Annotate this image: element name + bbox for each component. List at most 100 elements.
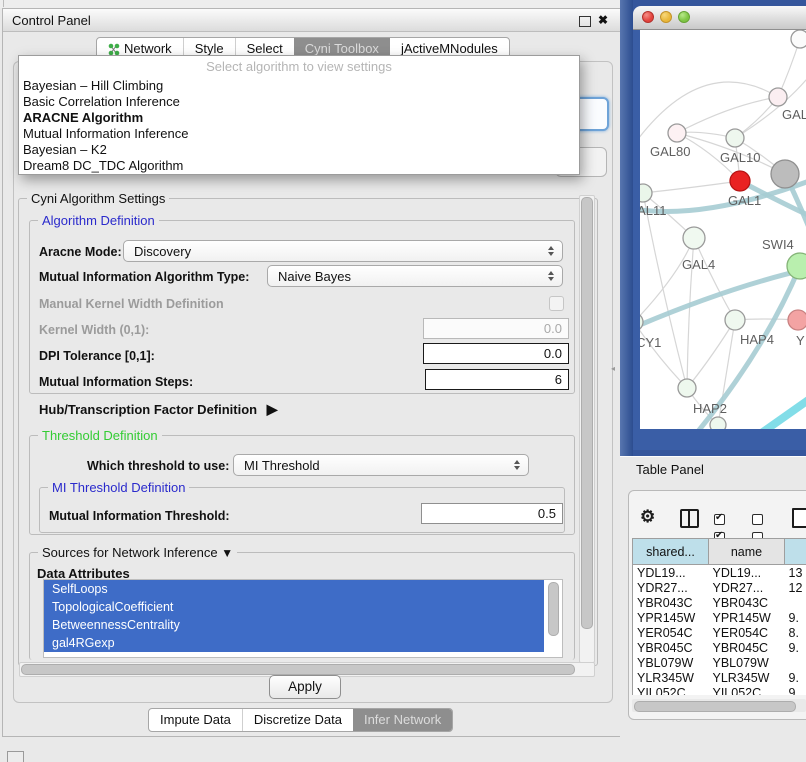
close-traffic-light[interactable]	[642, 11, 654, 23]
network-node-gal11[interactable]	[640, 184, 652, 202]
table-cell: YDR27...	[709, 580, 785, 595]
attribute-list-item[interactable]: SelfLoops	[44, 580, 544, 598]
minimize-traffic-light[interactable]	[660, 11, 672, 23]
table-row[interactable]: YDL19...YDL19...13	[633, 565, 806, 581]
mi-threshold-field[interactable]: 0.5	[421, 503, 563, 524]
network-edge[interactable]	[760, 396, 806, 429]
algorithm-option[interactable]: Bayesian – K2	[19, 142, 579, 158]
float-window-icon[interactable]	[579, 16, 591, 27]
attribute-list-item[interactable]: BetweennessCentrality	[44, 616, 544, 634]
algorithm-dropdown-popup: Select algorithm to view settings Bayesi…	[18, 55, 580, 175]
algorithm-placeholder: Select algorithm to view settings	[19, 56, 579, 78]
table-cell: YDR27...	[633, 580, 709, 595]
algorithm-option[interactable]: Basic Correlation Inference	[19, 94, 579, 110]
threshold-definition-title: Threshold Definition	[38, 428, 162, 443]
node-table[interactable]: shared...name YDL19...YDL19...13YDR27...…	[632, 538, 806, 695]
network-edge[interactable]	[640, 322, 687, 388]
manual-kernel-checkbox[interactable]	[549, 296, 564, 311]
collapsed-arrow-icon[interactable]: ▶	[267, 401, 278, 417]
network-node-hap2[interactable]	[678, 379, 696, 397]
table-cell: YBL079W	[709, 655, 785, 670]
table-row[interactable]: YDR27...YDR27...12	[633, 580, 806, 595]
table-row[interactable]: YBL079WYBL079W	[633, 655, 806, 670]
table-column-header[interactable]	[785, 539, 806, 565]
attribute-list-item[interactable]: TopologicalCoefficient	[44, 598, 544, 616]
network-node-label: GAL4	[682, 257, 715, 272]
network-node[interactable]	[771, 160, 799, 188]
aracne-mode-combobox[interactable]: Discovery	[123, 240, 563, 262]
mi-steps-field[interactable]: 6	[425, 369, 569, 390]
which-threshold-combobox[interactable]: MI Threshold	[233, 454, 529, 476]
network-node-gal80[interactable]	[668, 124, 686, 142]
panel-divider-grip[interactable]: ◂	[611, 365, 615, 373]
sources-title-row[interactable]: Sources for Network Inference ▼	[38, 545, 237, 560]
network-node-y[interactable]	[788, 310, 806, 330]
hub-definition-toggle[interactable]: Hub/Transcription Factor Definition ▶	[39, 401, 278, 418]
network-edge[interactable]	[640, 82, 778, 150]
network-node-swi4[interactable]	[787, 253, 806, 279]
manual-kernel-label: Manual Kernel Width Definition	[39, 297, 224, 311]
kernel-width-field[interactable]: 0.0	[423, 318, 569, 339]
which-threshold-value: MI Threshold	[234, 458, 514, 473]
attributes-scrollbar-thumb[interactable]	[548, 582, 559, 636]
expanded-arrow-icon[interactable]: ▼	[221, 546, 233, 560]
table-cell: YLR345W	[633, 670, 709, 685]
table-row[interactable]: YBR043CYBR043C	[633, 595, 806, 610]
network-node[interactable]	[710, 417, 726, 429]
settings-vertical-scrollbar-thumb[interactable]	[581, 197, 593, 629]
table-cell: YIL052C	[709, 685, 785, 695]
table-row[interactable]: YPR145WYPR145W9.	[633, 610, 806, 625]
apply-button[interactable]: Apply	[269, 675, 341, 699]
table-row[interactable]: YBR045CYBR045C9.	[633, 640, 806, 655]
table-row[interactable]: YER054CYER054C8.	[633, 625, 806, 640]
sources-title: Sources for Network Inference	[42, 545, 218, 560]
network-edge[interactable]	[640, 238, 694, 322]
tab-impute-data[interactable]: Impute Data	[149, 709, 242, 731]
table-row[interactable]: YIL052CYIL052C9	[633, 685, 806, 695]
network-node-gal10[interactable]	[726, 129, 744, 147]
network-node-gal[interactable]	[769, 88, 787, 106]
table-cell: YBR045C	[709, 640, 785, 655]
mi-algorithm-type-combobox[interactable]: Naive Bayes	[267, 265, 563, 287]
table-row[interactable]: YLR345WYLR345W9.	[633, 670, 806, 685]
cyni-algorithm-settings-title: Cyni Algorithm Settings	[27, 191, 169, 206]
network-window-frame: GALGAL80GAL10GAL1GAL11GAL4SWI4HAP4YGCY1H…	[633, 30, 806, 450]
zoom-traffic-light[interactable]	[678, 11, 690, 23]
network-node-label: GCY1	[640, 335, 661, 350]
tab-discretize-data[interactable]: Discretize Data	[242, 709, 353, 731]
network-node-gal4[interactable]	[683, 227, 705, 249]
columns-icon[interactable]	[680, 509, 699, 528]
gear-icon[interactable]: ⚙	[640, 508, 655, 526]
close-panel-icon[interactable]: ✖	[598, 15, 608, 25]
algorithm-option[interactable]: Bayesian – Hill Climbing	[19, 78, 579, 94]
network-node-gal1[interactable]	[730, 171, 750, 191]
network-node-hap4[interactable]	[725, 310, 745, 330]
algorithm-option[interactable]: Mutual Information Inference	[19, 126, 579, 142]
table-cell: YBR043C	[633, 595, 709, 610]
network-canvas[interactable]: GALGAL80GAL10GAL1GAL11GAL4SWI4HAP4YGCY1H…	[640, 30, 806, 429]
kernel-width-label: Kernel Width (0,1):	[39, 323, 149, 337]
network-window-titlebar[interactable]	[633, 6, 806, 30]
network-node-gcy1[interactable]	[640, 313, 643, 331]
table-cell: YDL19...	[709, 565, 785, 581]
algorithm-option[interactable]: Dream8 DC_TDC Algorithm	[19, 158, 579, 174]
tab-infer-network[interactable]: Infer Network	[353, 709, 452, 731]
attribute-list-item[interactable]: gal4RGexp	[44, 634, 544, 652]
table-column-header[interactable]: shared...	[633, 539, 709, 565]
file-icon[interactable]	[792, 508, 806, 528]
network-edge[interactable]	[643, 181, 740, 193]
table-cell: YBL079W	[633, 655, 709, 670]
algorithm-option[interactable]: ARACNE Algorithm	[19, 110, 579, 126]
data-attributes-list[interactable]: SelfLoopsTopologicalCoefficientBetweenne…	[43, 579, 563, 658]
network-edge[interactable]	[643, 193, 687, 388]
settings-horizontal-scrollbar-thumb[interactable]	[21, 664, 575, 675]
network-edge[interactable]	[694, 238, 735, 320]
network-node[interactable]	[791, 30, 806, 48]
control-panel-titlebar[interactable]: Control Panel	[3, 9, 620, 32]
algorithm-definition-title: Algorithm Definition	[38, 213, 159, 228]
dpi-tolerance-field[interactable]: 0.0	[423, 343, 569, 364]
collapsed-panel-icon[interactable]	[7, 751, 24, 762]
table-column-header[interactable]: name	[709, 539, 785, 565]
table-horizontal-scrollbar-thumb[interactable]	[634, 701, 796, 712]
network-edge[interactable]	[687, 320, 735, 388]
